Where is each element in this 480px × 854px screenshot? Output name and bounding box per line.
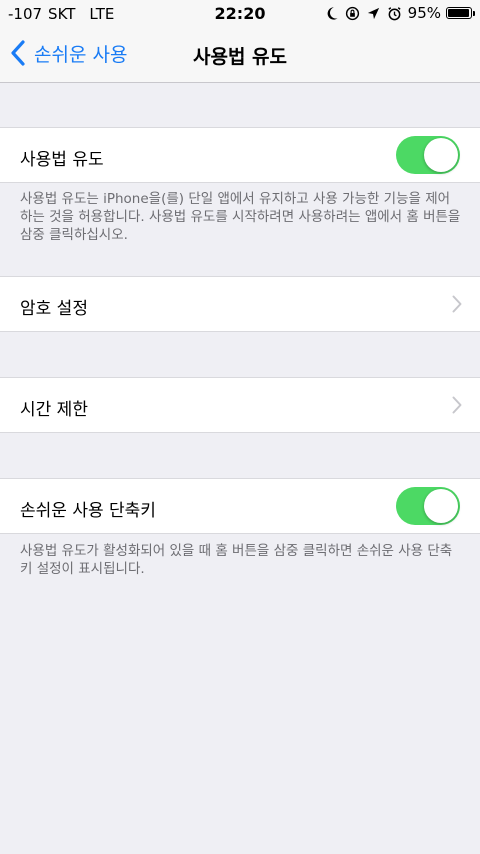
battery-icon bbox=[446, 7, 475, 19]
alarm-icon bbox=[388, 6, 401, 20]
rotation-lock-icon bbox=[345, 6, 359, 20]
location-arrow-icon bbox=[367, 7, 379, 19]
page-title: 사용법 유도 bbox=[192, 46, 287, 68]
navigation-bar: 손쉬운 사용 사용법 유도 bbox=[0, 28, 480, 83]
accessibility-shortcut-footer: 사용법 유도가 활성화되어 있을 때 홈 버튼을 삼중 클릭하면 손쉬운 사용 … bbox=[20, 543, 453, 577]
guided-access-label: 사용법 유도 bbox=[20, 150, 104, 170]
passcode-settings-label: 암호 설정 bbox=[20, 299, 88, 319]
passcode-settings-row[interactable]: 암호 설정 bbox=[0, 277, 480, 331]
time-limits-group: 시간 제한 bbox=[0, 377, 480, 433]
accessibility-shortcut-row: 손쉬운 사용 단축키 bbox=[0, 479, 480, 533]
guided-access-toggle[interactable] bbox=[396, 136, 460, 174]
time-limits-row[interactable]: 시간 제한 bbox=[0, 378, 480, 432]
accessibility-shortcut-group: 손쉬운 사용 단축키 bbox=[0, 478, 480, 534]
accessibility-shortcut-toggle[interactable] bbox=[396, 487, 460, 525]
guided-access-row: 사용법 유도 bbox=[0, 128, 480, 182]
chevron-right-icon bbox=[452, 295, 462, 313]
chevron-right-icon bbox=[452, 396, 462, 414]
battery-percent: 95% bbox=[407, 4, 441, 22]
time-limits-label: 시간 제한 bbox=[20, 400, 88, 420]
toggle-knob bbox=[424, 489, 458, 523]
passcode-group: 암호 설정 bbox=[0, 276, 480, 332]
moon-icon bbox=[327, 6, 338, 20]
guided-access-group: 사용법 유도 bbox=[0, 127, 480, 183]
status-bar: -107 SKT LTE 22:20 95% bbox=[0, 0, 480, 28]
accessibility-shortcut-label: 손쉬운 사용 단축키 bbox=[20, 501, 156, 521]
status-icons: 95% bbox=[324, 4, 475, 22]
toggle-knob bbox=[424, 138, 458, 172]
guided-access-footer: 사용법 유도는 iPhone을(를) 단일 앱에서 유지하고 사용 가능한 기능… bbox=[20, 191, 461, 243]
